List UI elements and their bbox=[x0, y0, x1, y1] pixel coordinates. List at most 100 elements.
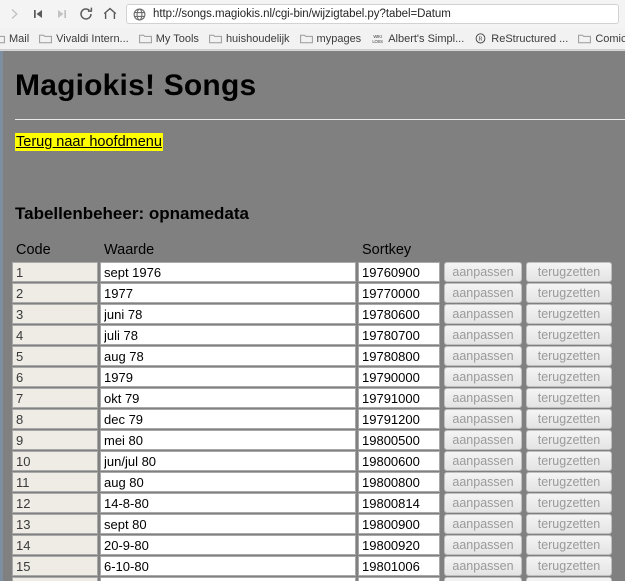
aanpassen-button[interactable]: aanpassen bbox=[444, 514, 522, 534]
home-button[interactable] bbox=[98, 2, 122, 26]
rewind-button[interactable] bbox=[26, 2, 50, 26]
table-body: aanpassenterugzettenaanpassenterugzetten… bbox=[12, 262, 614, 581]
reload-icon bbox=[78, 6, 94, 22]
aanpassen-button[interactable]: aanpassen bbox=[444, 325, 522, 345]
waarde-field[interactable] bbox=[100, 472, 356, 492]
waarde-field[interactable] bbox=[100, 556, 356, 576]
bookmark-vivaldi-internal[interactable]: Vivaldi Intern... bbox=[34, 30, 134, 48]
aanpassen-button[interactable]: aanpassen bbox=[444, 304, 522, 324]
code-field bbox=[12, 556, 98, 576]
terugzetten-button[interactable]: terugzetten bbox=[526, 493, 612, 513]
terugzetten-button[interactable]: terugzetten bbox=[526, 556, 612, 576]
bookmark-alberts-simpl[interactable]: WIKI LOSS Albert's Simpl... bbox=[366, 30, 469, 48]
aanpassen-button[interactable]: aanpassen bbox=[444, 388, 522, 408]
waarde-field[interactable] bbox=[100, 451, 356, 471]
terugzetten-button[interactable]: terugzetten bbox=[526, 577, 612, 581]
waarde-field[interactable] bbox=[100, 409, 356, 429]
aanpassen-button[interactable]: aanpassen bbox=[444, 283, 522, 303]
cell-waarde bbox=[100, 577, 358, 581]
sortkey-field[interactable] bbox=[358, 472, 440, 492]
sortkey-field[interactable] bbox=[358, 577, 440, 581]
aanpassen-button[interactable]: aanpassen bbox=[444, 451, 522, 471]
sortkey-field[interactable] bbox=[358, 556, 440, 576]
waarde-field[interactable] bbox=[100, 493, 356, 513]
sortkey-field[interactable] bbox=[358, 283, 440, 303]
sortkey-field[interactable] bbox=[358, 514, 440, 534]
waarde-field[interactable] bbox=[100, 304, 356, 324]
bookmark-label: mypages bbox=[316, 32, 362, 45]
terugzetten-button[interactable]: terugzetten bbox=[526, 409, 612, 429]
waarde-field[interactable] bbox=[100, 325, 356, 345]
fastforward-button[interactable] bbox=[50, 2, 74, 26]
terugzetten-button[interactable]: terugzetten bbox=[526, 535, 612, 555]
sortkey-field[interactable] bbox=[358, 367, 440, 387]
cell-code bbox=[12, 388, 100, 409]
waarde-field[interactable] bbox=[100, 367, 356, 387]
bookmark-restructured[interactable]: R ReStructured ... bbox=[469, 30, 573, 48]
bookmark-label: huishoudelijk bbox=[225, 32, 290, 45]
sortkey-field[interactable] bbox=[358, 451, 440, 471]
aanpassen-button[interactable]: aanpassen bbox=[444, 493, 522, 513]
cell-edit-button: aanpassen bbox=[442, 472, 524, 493]
table-row: aanpassenterugzetten bbox=[12, 367, 614, 388]
terugzetten-button[interactable]: terugzetten bbox=[526, 262, 612, 282]
sortkey-field[interactable] bbox=[358, 430, 440, 450]
terugzetten-button[interactable]: terugzetten bbox=[526, 304, 612, 324]
aanpassen-button[interactable]: aanpassen bbox=[444, 577, 522, 581]
cell-sortkey bbox=[358, 262, 442, 283]
cell-code bbox=[12, 535, 100, 556]
address-bar[interactable]: http://songs.magiokis.nl/cgi-bin/wijzigt… bbox=[126, 4, 619, 24]
terugzetten-button[interactable]: terugzetten bbox=[526, 346, 612, 366]
table-row: aanpassenterugzetten bbox=[12, 346, 614, 367]
waarde-field[interactable] bbox=[100, 514, 356, 534]
aanpassen-button[interactable]: aanpassen bbox=[444, 556, 522, 576]
terugzetten-button[interactable]: terugzetten bbox=[526, 367, 612, 387]
waarde-field[interactable] bbox=[100, 388, 356, 408]
waarde-field[interactable] bbox=[100, 262, 356, 282]
terugzetten-button[interactable]: terugzetten bbox=[526, 325, 612, 345]
back-to-main-menu-link[interactable]: Terug naar hoofdmenu bbox=[15, 133, 163, 151]
waarde-field[interactable] bbox=[100, 346, 356, 366]
aanpassen-button[interactable]: aanpassen bbox=[444, 535, 522, 555]
aanpassen-button[interactable]: aanpassen bbox=[444, 346, 522, 366]
sortkey-field[interactable] bbox=[358, 493, 440, 513]
globe-icon bbox=[133, 8, 146, 21]
sortkey-field[interactable] bbox=[358, 388, 440, 408]
sortkey-field[interactable] bbox=[358, 325, 440, 345]
sortkey-field[interactable] bbox=[358, 409, 440, 429]
aanpassen-button[interactable]: aanpassen bbox=[444, 472, 522, 492]
bookmark-huishoudelijk[interactable]: huishoudelijk bbox=[204, 30, 295, 48]
terugzetten-button[interactable]: terugzetten bbox=[526, 472, 612, 492]
table-row: aanpassenterugzetten bbox=[12, 325, 614, 346]
aanpassen-button[interactable]: aanpassen bbox=[444, 262, 522, 282]
aanpassen-button[interactable]: aanpassen bbox=[444, 409, 522, 429]
terugzetten-button[interactable]: terugzetten bbox=[526, 514, 612, 534]
table-row: aanpassenterugzetten bbox=[12, 514, 614, 535]
waarde-field[interactable] bbox=[100, 430, 356, 450]
aanpassen-button[interactable]: aanpassen bbox=[444, 430, 522, 450]
cell-reset-button: terugzetten bbox=[524, 493, 614, 514]
sortkey-field[interactable] bbox=[358, 346, 440, 366]
sortkey-field[interactable] bbox=[358, 262, 440, 282]
cell-code bbox=[12, 577, 100, 581]
terugzetten-button[interactable]: terugzetten bbox=[526, 430, 612, 450]
cell-reset-button: terugzetten bbox=[524, 472, 614, 493]
sortkey-field[interactable] bbox=[358, 535, 440, 555]
bookmark-mail[interactable]: Mail bbox=[0, 30, 34, 48]
sortkey-field[interactable] bbox=[358, 304, 440, 324]
terugzetten-button[interactable]: terugzetten bbox=[526, 451, 612, 471]
reload-button[interactable] bbox=[74, 2, 98, 26]
bookmark-comics[interactable]: Comics bbox=[573, 30, 625, 48]
code-field bbox=[12, 325, 98, 345]
aanpassen-button[interactable]: aanpassen bbox=[444, 367, 522, 387]
terugzetten-button[interactable]: terugzetten bbox=[526, 283, 612, 303]
waarde-field[interactable] bbox=[100, 577, 356, 581]
waarde-field[interactable] bbox=[100, 283, 356, 303]
cell-waarde bbox=[100, 388, 358, 409]
terugzetten-button[interactable]: terugzetten bbox=[526, 388, 612, 408]
waarde-field[interactable] bbox=[100, 535, 356, 555]
cell-sortkey bbox=[358, 577, 442, 581]
bookmark-my-tools[interactable]: My Tools bbox=[134, 30, 204, 48]
forward-button[interactable] bbox=[2, 2, 26, 26]
bookmark-mypages[interactable]: mypages bbox=[295, 30, 367, 48]
